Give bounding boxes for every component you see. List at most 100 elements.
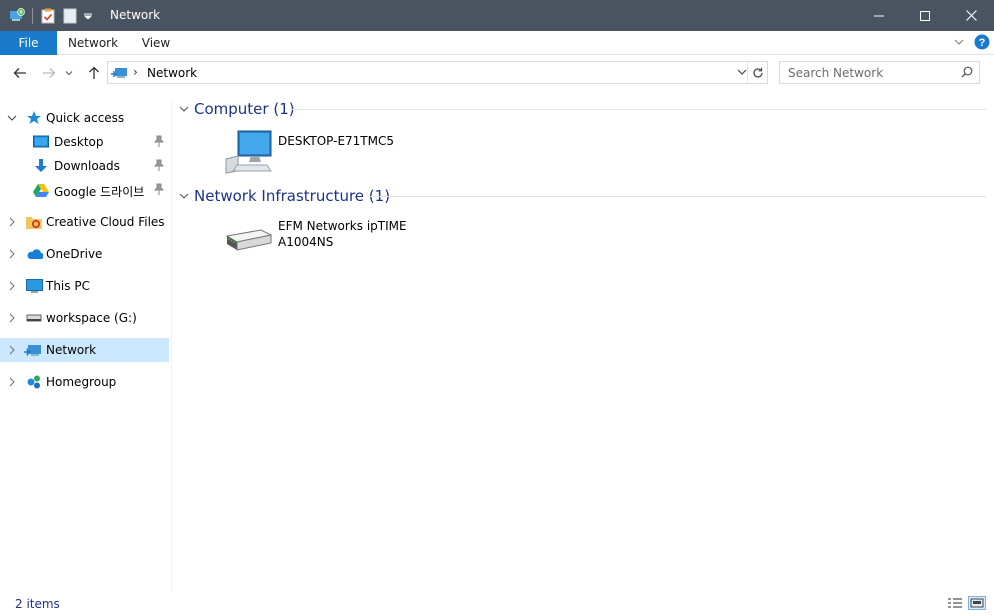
recent-locations-button[interactable]	[62, 62, 76, 84]
maximize-button[interactable]	[902, 0, 948, 31]
sidebar-item-label: Creative Cloud Files	[46, 215, 165, 229]
chevron-down-icon[interactable]	[177, 106, 191, 112]
sidebar-item-workspace-drive[interactable]: workspace (G:)	[0, 306, 169, 330]
network-icon	[111, 64, 129, 83]
network-icon[interactable]	[8, 7, 26, 25]
pin-icon[interactable]	[153, 159, 165, 174]
view-switcher	[942, 596, 986, 610]
chevron-down-icon[interactable]	[177, 193, 191, 199]
refresh-icon	[752, 67, 763, 78]
sidebar-item-downloads[interactable]: Downloads	[0, 154, 169, 178]
network-item-computer[interactable]: DESKTOP-E71TMC5	[223, 129, 473, 179]
navigation-bar: › Network Search Network	[0, 56, 994, 90]
pin-icon[interactable]	[153, 183, 165, 198]
sidebar-item-onedrive[interactable]: OneDrive	[0, 242, 169, 266]
chevron-down-icon	[65, 70, 73, 75]
expanded-chevron-icon[interactable]	[6, 112, 18, 124]
sidebar-item-label: Desktop	[54, 135, 104, 149]
navigation-pane: Quick access Desktop Downloads Google 드라…	[0, 100, 172, 590]
tab-file[interactable]: File	[0, 31, 57, 55]
network-icon	[24, 341, 42, 359]
back-arrow-icon	[13, 68, 26, 78]
up-button[interactable]	[83, 62, 105, 84]
content-pane: Computer (1) DESKTOP-E71TMC5 Network Inf…	[173, 92, 994, 590]
pin-icon[interactable]	[153, 135, 165, 150]
item-name-line1: EFM Networks ipTIME	[278, 219, 407, 233]
collapsed-chevron-icon[interactable]	[6, 216, 18, 228]
status-bar: 2 items	[0, 590, 994, 616]
sidebar-item-label: Google 드라이브	[54, 185, 145, 199]
address-dropdown-icon[interactable]	[737, 64, 747, 83]
back-button[interactable]	[9, 62, 31, 84]
help-icon[interactable]: ?	[974, 34, 990, 50]
title-bar: Network	[0, 0, 994, 31]
sidebar-item-this-pc[interactable]: This PC	[0, 274, 169, 298]
group-divider	[369, 196, 986, 197]
cloud-icon	[25, 245, 43, 263]
sidebar-item-google-drive[interactable]: Google 드라이브	[0, 178, 169, 202]
tab-network[interactable]: Network	[62, 31, 124, 55]
sidebar-item-label: OneDrive	[46, 247, 103, 261]
search-box[interactable]: Search Network	[779, 61, 980, 84]
close-button[interactable]	[948, 0, 994, 31]
breadcrumb-network[interactable]: Network	[147, 66, 197, 80]
collapsed-chevron-icon[interactable]	[6, 376, 18, 388]
tab-view[interactable]: View	[134, 31, 178, 55]
ribbon-tabs: File Network View ?	[0, 31, 994, 55]
group-header-computer[interactable]: Computer (1)	[177, 99, 295, 119]
collapsed-chevron-icon[interactable]	[6, 312, 18, 324]
new-folder-icon[interactable]	[61, 7, 79, 25]
sidebar-item-network[interactable]: Network	[0, 338, 169, 362]
router-icon	[223, 214, 273, 260]
computer-icon	[223, 129, 273, 175]
item-count: 2 items	[15, 597, 60, 611]
desktop-icon	[32, 133, 50, 151]
large-icons-view-icon[interactable]	[968, 596, 986, 610]
sidebar-item-creative-cloud-files[interactable]: Creative Cloud Files	[0, 210, 169, 234]
group-title: Computer (1)	[194, 100, 295, 118]
forward-arrow-icon	[43, 68, 56, 78]
sidebar-item-label: workspace (G:)	[46, 311, 137, 325]
item-name: DESKTOP-E71TMC5	[278, 134, 395, 148]
search-icon[interactable]	[961, 66, 973, 81]
sidebar-item-label: Quick access	[46, 111, 125, 125]
ribbon-right-controls: ?	[950, 34, 990, 50]
svg-text:?: ?	[979, 37, 986, 49]
properties-icon[interactable]	[39, 7, 57, 25]
collapsed-chevron-icon[interactable]	[6, 344, 18, 356]
sidebar-item-homegroup[interactable]: Homegroup	[0, 370, 169, 394]
address-bar[interactable]: › Network	[107, 61, 768, 84]
toolbar-separator	[32, 8, 33, 24]
breadcrumb-separator-icon[interactable]: ›	[133, 65, 138, 79]
homegroup-icon	[25, 373, 43, 391]
refresh-button[interactable]	[747, 62, 767, 83]
quick-access-toolbar	[8, 6, 97, 26]
up-arrow-icon	[89, 66, 99, 79]
forward-button[interactable]	[38, 62, 60, 84]
collapsed-chevron-icon[interactable]	[6, 248, 18, 260]
item-name: EFM Networks ipTIME A1004NS	[278, 218, 458, 250]
sidebar-item-quick-access[interactable]: Quick access	[0, 106, 169, 130]
sidebar-item-label: Downloads	[54, 159, 120, 173]
search-input[interactable]: Search Network	[788, 66, 883, 80]
group-divider	[289, 109, 986, 110]
creative-cloud-icon	[25, 213, 43, 231]
star-icon	[25, 109, 43, 127]
window-controls	[856, 0, 994, 31]
computer-icon	[25, 277, 43, 295]
drive-icon	[25, 309, 43, 327]
sidebar-item-label: This PC	[46, 279, 90, 293]
google-drive-icon	[32, 181, 50, 199]
sidebar-item-label: Homegroup	[46, 375, 117, 389]
window-title: Network	[110, 8, 161, 22]
expand-ribbon-icon[interactable]	[950, 39, 968, 45]
collapsed-chevron-icon[interactable]	[6, 280, 18, 292]
download-icon	[32, 157, 50, 175]
sidebar-item-desktop[interactable]: Desktop	[0, 130, 169, 154]
customize-dropdown-icon[interactable]	[83, 7, 93, 25]
item-name-line2: A1004NS	[278, 235, 334, 249]
network-item-router[interactable]: EFM Networks ipTIME A1004NS	[223, 214, 473, 264]
details-view-icon[interactable]	[946, 596, 964, 610]
group-header-network-infrastructure[interactable]: Network Infrastructure (1)	[177, 186, 390, 206]
minimize-button[interactable]	[856, 0, 902, 31]
